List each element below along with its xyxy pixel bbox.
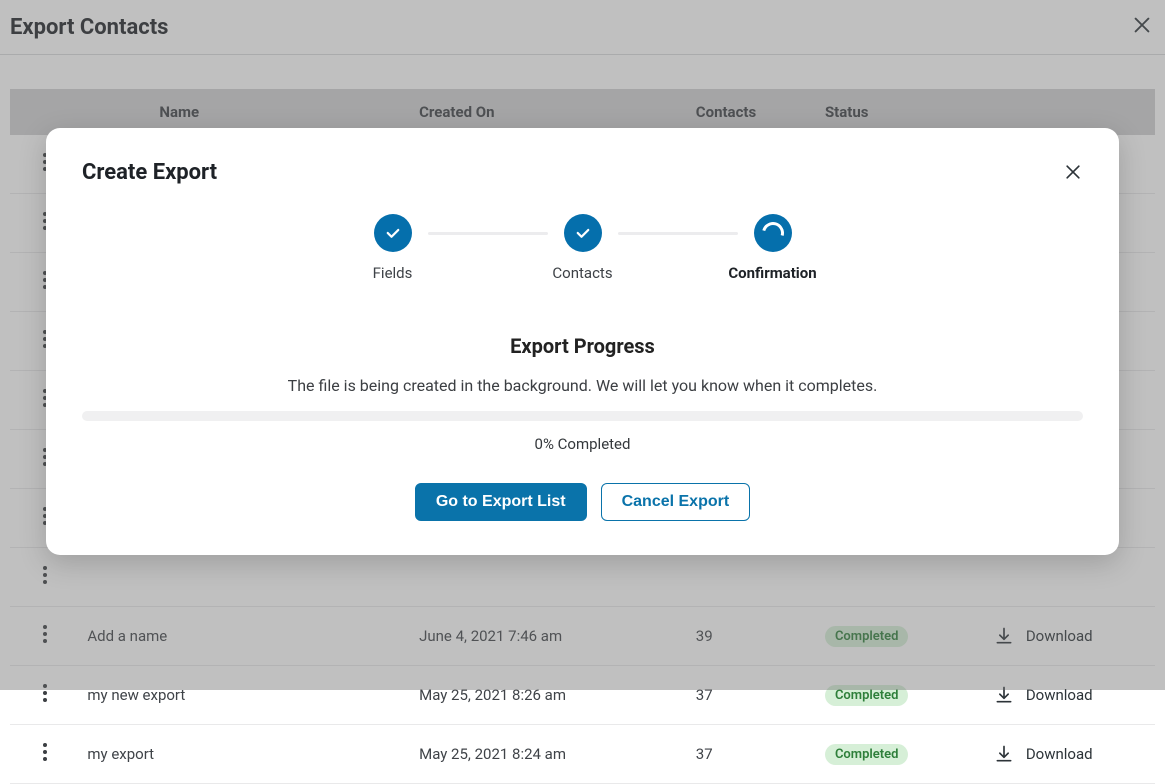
step-label: Fields <box>373 264 413 282</box>
spinner-icon <box>754 214 792 252</box>
progress-title: Export Progress <box>82 334 1083 358</box>
check-icon <box>564 214 602 252</box>
download-icon <box>994 744 1014 764</box>
modal-header: Create Export <box>82 160 1083 186</box>
row-contacts: 37 <box>696 745 713 763</box>
step-label: Contacts <box>552 264 612 282</box>
progress-bar <box>82 411 1083 421</box>
go-to-export-list-button[interactable]: Go to Export List <box>415 483 587 521</box>
close-icon[interactable] <box>1063 162 1083 186</box>
check-icon <box>374 214 412 252</box>
step-connector <box>618 232 738 235</box>
cancel-export-button[interactable]: Cancel Export <box>601 483 751 521</box>
progress-description: The file is being created in the backgro… <box>82 376 1083 395</box>
download-button[interactable]: Download <box>994 744 1147 764</box>
step-contacts: Contacts <box>538 214 628 282</box>
download-label: Download <box>1026 745 1093 763</box>
export-progress-section: Export Progress The file is being create… <box>82 334 1083 453</box>
modal-actions: Go to Export List Cancel Export <box>82 483 1083 521</box>
row-actions-menu-icon[interactable] <box>38 739 52 765</box>
status-badge: Completed <box>825 744 909 765</box>
progress-percent-text: 0% Completed <box>82 435 1083 453</box>
row-name: my export <box>87 745 154 763</box>
row-created: May 25, 2021 8:24 am <box>419 745 566 763</box>
table-row: my export May 25, 2021 8:24 am 37 Comple… <box>10 725 1155 784</box>
step-connector <box>428 232 548 235</box>
wizard-stepper: Fields Contacts Confirmation <box>82 214 1083 282</box>
step-confirmation: Confirmation <box>728 214 818 282</box>
step-label: Confirmation <box>728 264 816 282</box>
create-export-modal: Create Export Fields Contacts Confirmati… <box>46 128 1119 555</box>
step-fields: Fields <box>348 214 438 282</box>
modal-title: Create Export <box>82 160 217 185</box>
